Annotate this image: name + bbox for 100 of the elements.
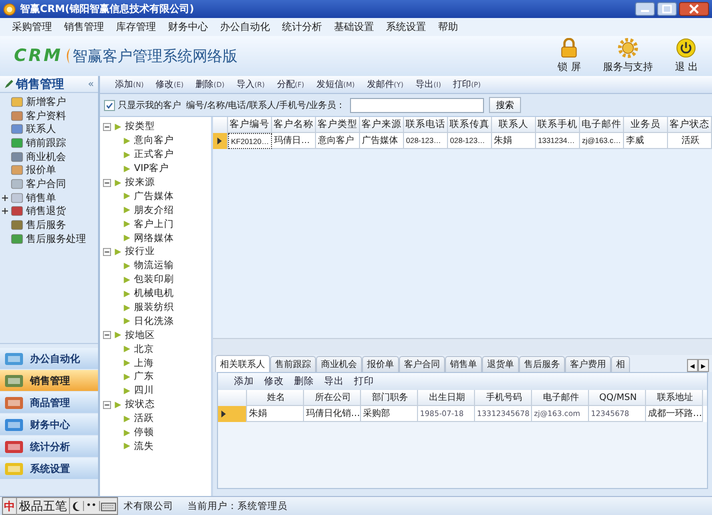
tree-item[interactable]: 上海 <box>134 356 154 370</box>
tree-item[interactable]: 客户上门 <box>134 218 174 231</box>
collapse-icon[interactable] <box>103 122 111 131</box>
tree-item[interactable]: 按状态 <box>125 398 155 412</box>
menu-item[interactable]: 系统设置 <box>380 20 432 34</box>
expand-icon[interactable] <box>2 194 8 201</box>
tree-item[interactable]: VIP客户 <box>134 162 170 176</box>
ime-name[interactable]: 极品五笔 <box>16 498 70 514</box>
menu-item[interactable]: 财务中心 <box>162 20 214 34</box>
table-cell: 成都一环路… <box>646 406 703 422</box>
tree-item[interactable]: 网络媒体 <box>134 232 174 245</box>
module-button[interactable]: 财务中心 <box>0 414 98 435</box>
tree-item[interactable]: 按类型 <box>125 120 155 134</box>
tree-item[interactable]: 按行业 <box>125 245 155 258</box>
toolbar-button[interactable]: 打印 <box>350 375 378 388</box>
tree-item[interactable]: 活跃 <box>134 412 154 426</box>
toolbar-button[interactable]: 添加 <box>230 375 258 388</box>
collapse-icon[interactable] <box>103 178 111 186</box>
header-button[interactable]: 服务与支持 <box>594 38 661 74</box>
module-button[interactable]: 办公自动化 <box>0 348 98 369</box>
tab[interactable]: 商业机会 <box>316 356 362 372</box>
module-icon <box>4 350 24 366</box>
tree-item[interactable]: 停顿 <box>134 426 154 440</box>
close-icon[interactable] <box>679 2 709 16</box>
tree-item[interactable]: 物流运输 <box>134 259 174 272</box>
tree-item[interactable]: 流失 <box>134 440 154 453</box>
tab[interactable]: 售前跟踪 <box>270 356 316 372</box>
sidebar-item[interactable]: 客户合同 <box>26 176 66 191</box>
tree-item[interactable]: 包装印刷 <box>134 273 174 286</box>
menu-item[interactable]: 采购管理 <box>6 20 58 34</box>
tree-item[interactable]: 广告媒体 <box>134 190 174 203</box>
tree-item[interactable]: 朋友介绍 <box>134 204 174 217</box>
table-cell: 玛倩日… <box>272 133 316 149</box>
tab[interactable]: 相 <box>611 356 630 372</box>
tree-item[interactable]: 四川 <box>134 384 154 398</box>
sidebar-item[interactable]: 售后服务处理 <box>26 232 86 246</box>
sidebar-item[interactable]: 报价单 <box>26 163 56 178</box>
tree-item[interactable]: 正式客户 <box>134 148 174 162</box>
menu-item[interactable]: 销售管理 <box>58 20 110 34</box>
sidebar-item[interactable]: 售后服务 <box>26 218 66 232</box>
status-text: 术有限公司 <box>124 500 174 512</box>
tab[interactable]: 客户费用 <box>565 356 611 372</box>
tree-item[interactable]: 北京 <box>134 342 154 356</box>
ime-mode[interactable]: 中 <box>3 498 16 514</box>
app-icon <box>3 2 16 16</box>
collapse-icon[interactable] <box>103 331 111 340</box>
tree-item[interactable]: 按地区 <box>125 328 155 342</box>
sidebar-item[interactable]: 客户资料 <box>26 108 66 123</box>
ime-punct[interactable]: •• <box>83 501 100 511</box>
search-button[interactable]: 搜索 <box>489 97 522 113</box>
expand-icon[interactable] <box>2 208 8 214</box>
tree-item[interactable]: 按来源 <box>125 176 155 189</box>
tree-item[interactable]: 广东 <box>134 370 154 384</box>
header-button[interactable]: 退 出 <box>666 38 706 74</box>
sidebar-item[interactable]: 销售单 <box>26 190 56 205</box>
tab[interactable]: 相关联系人 <box>215 355 270 372</box>
tab[interactable]: 销售单 <box>445 356 482 372</box>
item-icon <box>11 178 23 190</box>
module-icon <box>4 438 24 454</box>
collapse-button[interactable]: « <box>88 78 98 90</box>
sidebar-item[interactable]: 销前跟踪 <box>26 136 66 150</box>
sidebar-item[interactable]: 商业机会 <box>26 150 66 164</box>
module-icon <box>4 460 24 476</box>
tab[interactable]: 退货单 <box>482 356 519 372</box>
module-button[interactable]: 商品管理 <box>0 392 98 413</box>
only-mine-checkbox[interactable]: 只显示我的客户 <box>104 98 181 112</box>
maximize-icon[interactable] <box>657 2 677 16</box>
module-button[interactable]: 销售管理 <box>0 370 98 391</box>
tab[interactable]: 售后服务 <box>519 356 565 372</box>
table-cell: 朱娟 <box>492 133 536 149</box>
table-cell: 朱娟 <box>247 406 304 422</box>
toolbar-button[interactable]: 删除 <box>290 375 318 388</box>
collapse-icon[interactable] <box>103 248 111 256</box>
moon-icon[interactable] <box>70 500 83 512</box>
tree-item[interactable]: 日化洗涤 <box>134 314 174 328</box>
header-button[interactable]: 锁 屏 <box>550 38 589 74</box>
menu-item[interactable]: 基础设置 <box>328 20 380 34</box>
menu-item[interactable]: 办公自动化 <box>214 20 276 34</box>
item-icon <box>11 96 23 108</box>
tab[interactable]: 报价单 <box>362 356 399 372</box>
tab[interactable]: 客户合同 <box>399 356 445 372</box>
sidebar-item[interactable]: 联系人 <box>26 122 56 136</box>
tree-item[interactable]: 意向客户 <box>134 134 174 148</box>
module-button[interactable]: 系统设置 <box>0 458 98 479</box>
menu-item[interactable]: 帮助 <box>432 20 464 34</box>
item-icon <box>11 123 23 136</box>
tree-item[interactable]: 机械电机 <box>134 287 174 300</box>
toolbar-button[interactable]: 导出 <box>320 375 348 388</box>
toolbar-button[interactable]: 修改 <box>260 375 288 388</box>
table-cell: 广告媒体 <box>360 133 404 149</box>
module-button[interactable]: 统计分析 <box>0 436 98 457</box>
tree-item[interactable]: 服装纺织 <box>134 301 174 314</box>
sidebar-item[interactable]: 销售退货 <box>26 204 66 218</box>
search-field[interactable] <box>350 98 484 112</box>
menu-item[interactable]: 库存管理 <box>110 20 162 34</box>
sidebar-item[interactable]: 新增客户 <box>26 94 66 109</box>
collapse-icon[interactable] <box>103 400 111 409</box>
menu-item[interactable]: 统计分析 <box>276 20 328 34</box>
minimize-icon[interactable] <box>635 2 655 16</box>
item-icon <box>11 192 23 204</box>
